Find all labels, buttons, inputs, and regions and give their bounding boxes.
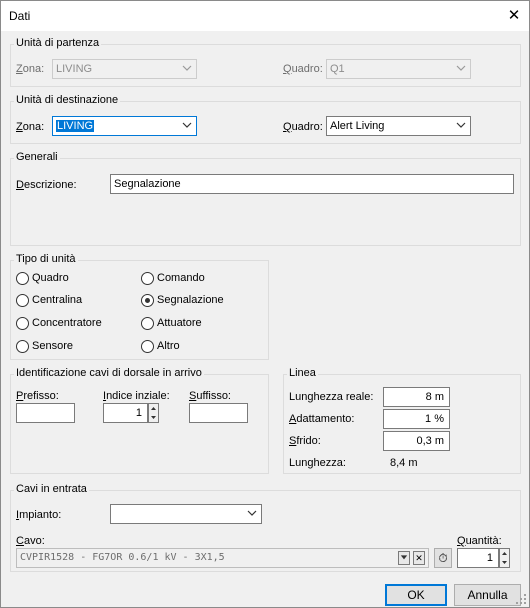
sfrido-label: Sfrido: (289, 435, 321, 447)
chevron-down-icon (456, 65, 466, 71)
suffisso-label: Suffisso: (189, 390, 231, 402)
impianto-combo[interactable] (110, 504, 262, 524)
radio-unchecked-icon (141, 317, 154, 330)
group-cavi-label: Cavi in entrata (14, 483, 89, 495)
radio-label: Altro (157, 340, 180, 352)
quantita-label: Quantità: (457, 535, 502, 547)
annulla-button[interactable]: Annulla (454, 584, 521, 606)
partenza-quadro-combo[interactable]: Q1 (326, 59, 471, 79)
prefisso-label: Prefisso: (16, 390, 59, 402)
ok-button[interactable]: OK (385, 584, 447, 606)
chevron-down-icon (182, 65, 192, 71)
radio-unchecked-icon (16, 340, 29, 353)
sfrido-input[interactable]: 0,3 m (383, 431, 450, 451)
title-bar[interactable]: Dati ✕ (1, 1, 529, 31)
partenza-zona-combo[interactable]: LIVING (52, 59, 197, 79)
spin-up-icon[interactable] (500, 549, 509, 558)
adattamento-label: Adattamento: (289, 413, 355, 425)
chevron-down-icon (182, 122, 192, 128)
radio-label: Comando (157, 272, 205, 284)
stopwatch-button[interactable]: ⏱ (434, 548, 452, 568)
spin-down-icon[interactable] (149, 413, 158, 422)
quantita-spinner[interactable] (499, 548, 510, 568)
cavo-clear-button[interactable]: ✕ (413, 551, 425, 565)
stopwatch-icon: ⏱ (438, 551, 448, 565)
radio-label: Attuatore (157, 317, 202, 329)
dialog-window: Dati ✕ Unità di partenza Zona: LIVING Qu… (0, 0, 530, 608)
close-icon[interactable]: ✕ (505, 7, 523, 25)
adattamento-input[interactable]: 1 % (383, 409, 450, 429)
chevron-down-icon (247, 510, 257, 516)
partenza-quadro-label: Quadro: (283, 63, 323, 75)
prefisso-input[interactable] (16, 403, 75, 423)
radio-unchecked-icon (141, 340, 154, 353)
indice-label: Indice inziale: (103, 390, 170, 402)
lunghezza-reale-input[interactable]: 8 m (383, 387, 450, 407)
radio-unchecked-icon (16, 272, 29, 285)
group-identificazione-label: Identificazione cavi di dorsale in arriv… (14, 367, 204, 379)
cavo-dropdown-button[interactable] (398, 551, 410, 565)
window-title: Dati (9, 9, 31, 23)
caret-down-icon (400, 555, 408, 560)
sfrido-value: 0,3 m (416, 435, 444, 447)
group-destinazione-label: Unità di destinazione (14, 94, 121, 106)
partenza-quadro-value: Q1 (330, 63, 345, 75)
close-icon: ✕ (415, 553, 423, 563)
lunghezza-value: 8,4 m (390, 457, 418, 469)
descrizione-value: Segnalazione (114, 178, 181, 190)
lunghezza-label: Lunghezza: (289, 457, 346, 469)
spin-down-icon[interactable] (500, 558, 509, 567)
cavo-value: CVPIR1528 - FG7OR 0.6/1 kV - 3X1,5 (20, 552, 225, 563)
destinazione-zona-value: LIVING (56, 120, 95, 132)
radio-label: Quadro (32, 272, 69, 284)
group-tipo-unita-label: Tipo di unità (14, 253, 78, 265)
radio-label: Concentratore (32, 317, 102, 329)
resize-grip-icon[interactable] (515, 593, 527, 605)
destinazione-quadro-label: Quadro: (283, 121, 323, 133)
group-generali (10, 158, 521, 246)
cavo-label: Cavo: (16, 535, 45, 547)
radio-checked-icon (141, 294, 154, 307)
group-partenza-label: Unità di partenza (14, 37, 102, 49)
destinazione-quadro-combo[interactable]: Alert Living (326, 116, 471, 136)
group-linea-label: Linea (287, 367, 318, 379)
descrizione-label: Descrizione: (16, 179, 77, 191)
radio-label: Centralina (32, 294, 83, 306)
partenza-zona-value: LIVING (56, 63, 93, 75)
lunghezza-reale-label: Lunghezza reale: (289, 391, 374, 403)
quantita-input[interactable]: 1 (457, 548, 499, 568)
radio-dot (145, 298, 150, 303)
indice-spinner[interactable] (148, 403, 159, 423)
spin-up-icon[interactable] (149, 404, 158, 413)
group-generali-label: Generali (14, 151, 60, 163)
group-identificazione (10, 374, 269, 474)
radio-unchecked-icon (141, 272, 154, 285)
descrizione-input[interactable]: Segnalazione (110, 174, 514, 194)
suffisso-input[interactable] (189, 403, 248, 423)
partenza-zona-label: Zona: (16, 63, 45, 75)
indice-input[interactable]: 1 (103, 403, 148, 423)
destinazione-zona-label: Zona: (16, 121, 45, 133)
radio-label: Sensore (32, 340, 73, 352)
lunghezza-reale-value: 8 m (425, 391, 444, 403)
radio-unchecked-icon (16, 317, 29, 330)
cavo-field[interactable]: CVPIR1528 - FG7OR 0.6/1 kV - 3X1,5 (16, 548, 429, 568)
radio-label: Segnalazione (157, 294, 224, 306)
quantita-value: 1 (486, 552, 493, 564)
indice-value: 1 (135, 407, 142, 419)
chevron-down-icon (456, 122, 466, 128)
radio-unchecked-icon (16, 294, 29, 307)
destinazione-zona-combo[interactable]: LIVING (52, 116, 197, 136)
adattamento-value: 1 % (425, 413, 444, 425)
destinazione-quadro-value: Alert Living (330, 120, 385, 132)
impianto-label: Impianto: (16, 509, 62, 521)
